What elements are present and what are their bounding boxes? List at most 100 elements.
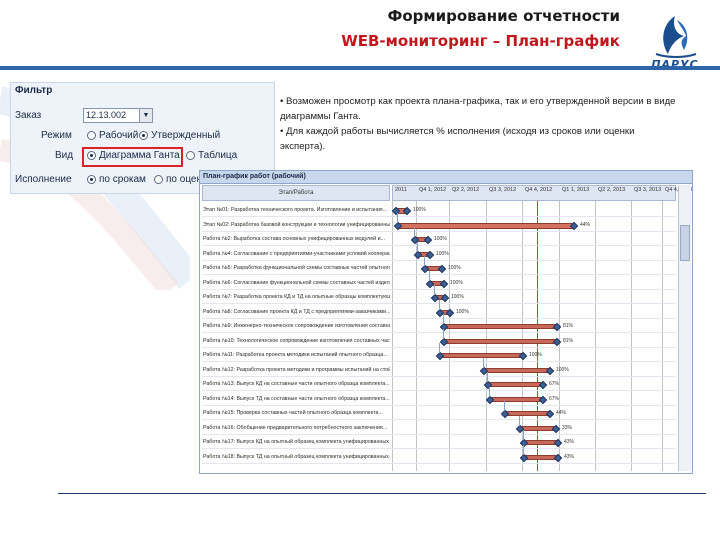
gantt-task-bar[interactable]	[440, 353, 523, 358]
task-percent-label: 67%	[549, 381, 560, 387]
gantt-option-highlight	[82, 147, 183, 167]
gantt-title: План-график работ (рабочий)	[203, 173, 306, 180]
timeline-label: Q1 1, 2013	[562, 187, 590, 193]
row-separator	[202, 245, 676, 246]
task-name[interactable]: Работа №11: Разработка проекта методики …	[203, 350, 390, 360]
mode-label: Режим	[41, 130, 72, 141]
task-name[interactable]: Этап №02: Разработка базовой конструкции…	[203, 220, 390, 230]
task-percent-label: 100%	[451, 294, 464, 300]
row-separator	[202, 332, 676, 333]
gantt-titlebar: План-график работ (рабочий)	[200, 171, 692, 184]
exec-option-terms: по срокам	[99, 174, 146, 185]
row-separator	[202, 288, 676, 290]
order-label: Заказ	[15, 110, 42, 121]
diamond-end-icon	[423, 235, 433, 245]
timeline-gridline	[486, 201, 487, 471]
dependency-connector	[523, 444, 524, 455]
task-percent-label: 100%	[434, 236, 447, 242]
task-name[interactable]: Работа №4: Согласование с предприятиями-…	[203, 249, 390, 259]
task-name[interactable]: Работа №13: Выпуск КД на составные части…	[203, 379, 390, 389]
gantt-task-bar[interactable]	[490, 396, 543, 402]
order-select[interactable]: 12.13.002	[83, 108, 141, 123]
row-separator	[202, 390, 676, 391]
task-name[interactable]: Работа №17: Выпуск КД на опытный образец…	[203, 437, 390, 447]
task-percent-label: 100%	[556, 366, 569, 373]
chevron-down-icon[interactable]: ▼	[139, 108, 153, 123]
task-name[interactable]: Работа №5: Разработка функциональной схе…	[203, 263, 390, 273]
footer-divider	[58, 493, 706, 494]
timeline-label: Q2 2, 2012	[452, 187, 480, 193]
sail-icon	[655, 16, 697, 58]
task-percent-label: 100%	[448, 265, 461, 271]
parus-logo: ПАРУС	[644, 14, 706, 74]
diamond-end-icon	[437, 264, 447, 274]
row-separator	[202, 433, 676, 435]
dependency-connector	[519, 415, 520, 426]
dependency-connector	[443, 328, 444, 339]
title-line-1: Формирование отчетности	[387, 7, 620, 25]
dependency-connector	[443, 314, 444, 324]
task-percent-label: 100%	[413, 207, 426, 213]
task-percent-label: 43%	[564, 439, 575, 445]
task-name[interactable]: Работа №8: Согласование проекта КД и ТД …	[203, 307, 390, 317]
task-percent-label: 100%	[450, 279, 463, 286]
task-name[interactable]: Работа №16: Обобщение предварительного п…	[203, 423, 390, 433]
task-name[interactable]: Этап №01: Разработка технического проект…	[203, 205, 390, 215]
diamond-end-icon	[553, 438, 563, 448]
row-separator	[202, 462, 676, 464]
task-name[interactable]: Работа №6: Согласование функциональной с…	[203, 278, 390, 288]
task-percent-label: 44%	[556, 410, 567, 416]
task-name[interactable]: Работа №18: Выпуск ТД на опытный образец…	[203, 452, 390, 462]
mode-row: Режим Рабочий Утвержденный	[11, 127, 274, 145]
task-name[interactable]: Работа №2: Выработка состава основных ун…	[203, 234, 390, 244]
timeline-gridline	[662, 201, 663, 471]
scrollbar-thumb[interactable]	[680, 225, 690, 261]
mode-radio-working[interactable]	[87, 131, 96, 140]
vertical-scrollbar[interactable]	[678, 185, 691, 471]
task-name[interactable]: Работа №14: Выпуск ТД на составные части…	[203, 394, 390, 404]
timeline-gridline	[595, 201, 596, 471]
row-separator	[202, 419, 676, 420]
gantt-task-bar[interactable]	[398, 222, 574, 229]
gantt-task-bar[interactable]	[505, 411, 550, 416]
task-name[interactable]: Работа №15: Проверка составных частей оп…	[203, 408, 390, 418]
timeline-label: Q3 3, 2013	[634, 187, 662, 193]
timeline-gridline	[559, 201, 560, 471]
timeline-label: Q4 4, 2012	[525, 187, 553, 193]
timeline-gridline	[449, 201, 450, 471]
dependency-connector	[487, 372, 488, 382]
timeline-label: 2011	[395, 187, 407, 193]
row-separator	[202, 317, 676, 319]
row-separator	[202, 259, 676, 261]
exec-radio-terms[interactable]	[87, 175, 96, 184]
dependency-connector	[483, 357, 484, 368]
task-name[interactable]: Работа №9: Инженерно-техническое сопрово…	[203, 321, 390, 331]
view-option-table: Таблица	[198, 150, 238, 161]
filter-title: Фильтр	[15, 85, 53, 96]
task-column-header[interactable]: Этап/Работа	[202, 185, 390, 201]
gantt-task-bar[interactable]	[520, 425, 556, 431]
mode-radio-approved[interactable]	[139, 131, 148, 140]
gantt-task-bar[interactable]	[444, 338, 557, 344]
bullet-2: • Для каждой работы вычисляется % исполн…	[280, 126, 635, 152]
dependency-connector	[439, 343, 440, 353]
diamond-end-icon	[440, 293, 450, 303]
task-name[interactable]: Работа №7: Разработка проекта КД и ТД на…	[203, 292, 390, 302]
mode-option-working: Рабочий	[99, 130, 139, 141]
dependency-connector	[434, 285, 435, 295]
task-percent-label: 33%	[562, 424, 573, 431]
gantt-task-bar[interactable]	[484, 367, 550, 373]
exec-radio-estimate[interactable]	[154, 175, 163, 184]
timeline-label: Q4 1, 2012	[419, 187, 447, 193]
dependency-connector	[424, 256, 425, 266]
gantt-task-bar[interactable]	[488, 382, 543, 387]
task-percent-label: 67%	[549, 395, 560, 402]
bullet-1: • Возможен просмотр как проекта плана-гр…	[280, 96, 676, 122]
timeline-gridline	[392, 201, 393, 471]
dependency-connector	[397, 212, 398, 223]
row-separator	[202, 361, 676, 362]
task-name[interactable]: Работа №10: Технологическое сопровождени…	[203, 336, 390, 346]
gantt-task-bar[interactable]	[444, 324, 557, 329]
task-name[interactable]: Работа №12: Разработка проекта методики …	[203, 365, 390, 375]
view-radio-table[interactable]	[186, 151, 195, 160]
